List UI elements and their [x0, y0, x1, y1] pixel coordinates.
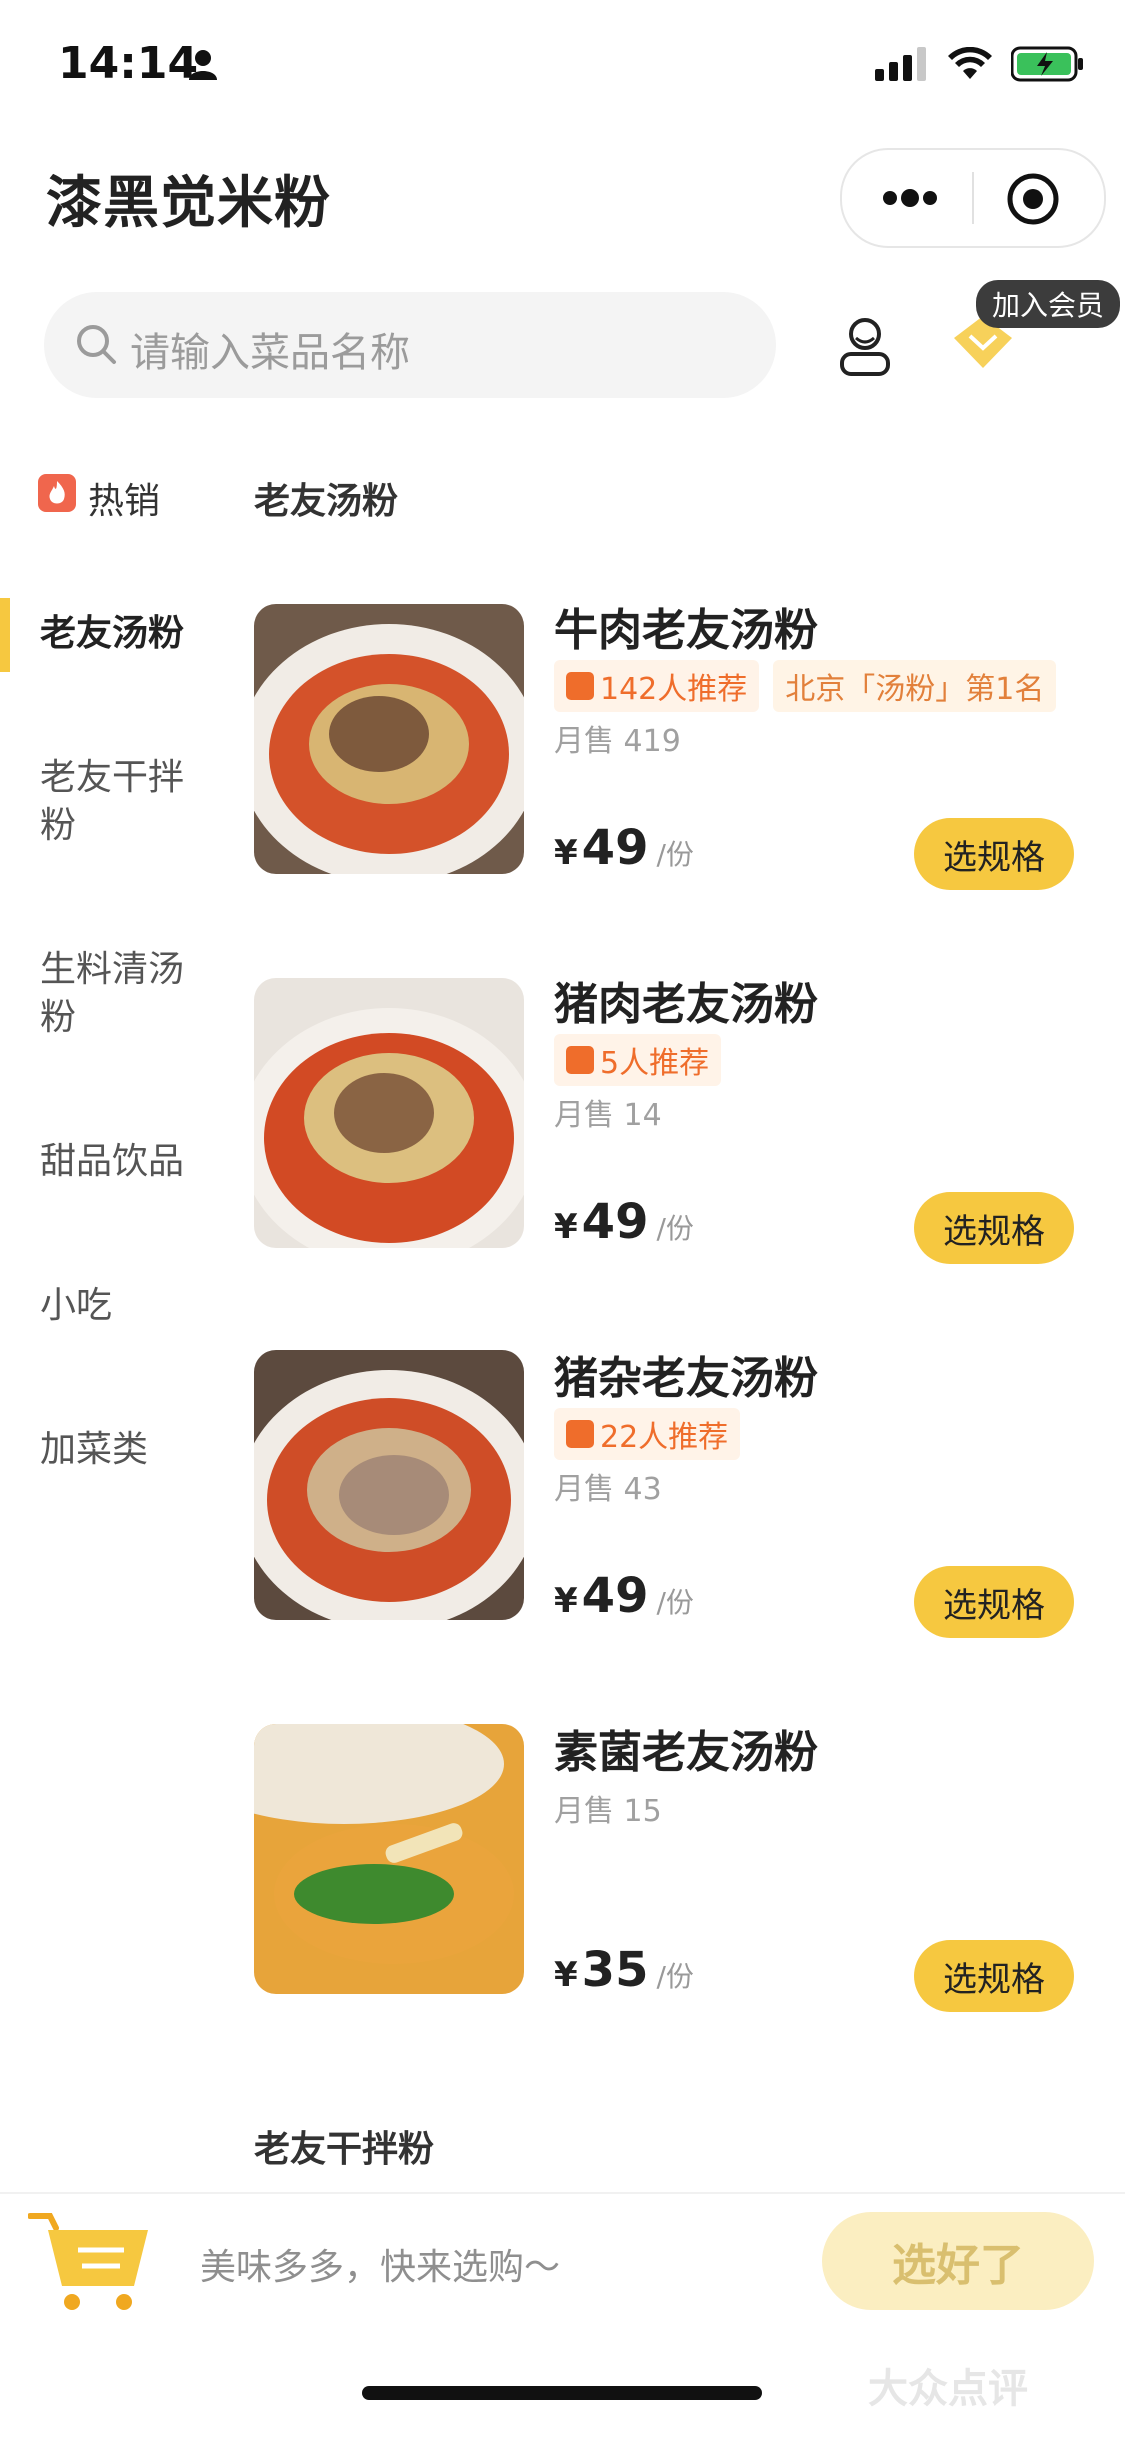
search-icon	[77, 325, 116, 364]
price-value: 49	[581, 1194, 649, 1250]
food-image-beef[interactable]	[254, 604, 524, 874]
recommend-count: 142人推荐	[600, 672, 748, 707]
price-unit: /份	[656, 1586, 694, 1619]
rank-tag: 北京「汤粉」第1名	[773, 660, 1057, 712]
food-name[interactable]: 猪杂老友汤粉	[554, 1342, 818, 1406]
battery-icon	[1011, 46, 1083, 82]
recommend-tag: 22人推荐	[554, 1408, 741, 1460]
watermark-text: 大众点评	[868, 2366, 1028, 2412]
wifi-icon	[948, 47, 992, 79]
search-bar[interactable]: 请输入菜品名称	[44, 292, 776, 398]
status-time: 14:14	[58, 38, 199, 89]
close-miniprogram-icon[interactable]	[1006, 172, 1060, 226]
monthly-sales: 月售 14	[554, 1098, 662, 1133]
price-value: 35	[581, 1942, 649, 1998]
price-unit: /份	[656, 1960, 694, 1993]
checkout-button[interactable]: 选好了	[822, 2212, 1094, 2310]
price-currency: ¥	[554, 1207, 578, 1247]
sidebar-item-jiacailei[interactable]: 加菜类	[40, 1426, 210, 1474]
person-icon	[189, 50, 217, 80]
sidebar-active-indicator	[0, 598, 10, 672]
recommend-count: 5人推荐	[600, 1046, 710, 1081]
monthly-sales: 月售 419	[554, 724, 681, 759]
section-header-current: 老友汤粉	[254, 481, 399, 522]
recommend-tag: 5人推荐	[554, 1034, 722, 1086]
status-icons	[875, 46, 1085, 82]
select-spec-button[interactable]: 选规格	[914, 1566, 1074, 1638]
sidebar-item-tianpin-yinpin[interactable]: 甜品饮品	[40, 1138, 210, 1186]
thumbs-up-icon	[566, 672, 594, 700]
monthly-sales: 月售 15	[554, 1794, 662, 1829]
thumbs-up-icon	[566, 1420, 594, 1448]
food-name[interactable]: 牛肉老友汤粉	[554, 594, 818, 658]
price-unit: /份	[656, 1212, 694, 1245]
section-header-next: 老友干拌粉	[254, 2129, 435, 2170]
price-value: 49	[581, 1568, 649, 1624]
miniprogram-capsule	[840, 148, 1106, 248]
item-price: ¥ 49 /份	[554, 1568, 694, 1624]
recommend-tag: 142人推荐	[554, 660, 760, 712]
price-currency: ¥	[554, 833, 578, 873]
cart-icon[interactable]	[28, 2208, 158, 2312]
flame-icon	[38, 474, 76, 512]
sidebar-item-laoyou-tangfen[interactable]: 老友汤粉	[40, 610, 210, 658]
search-placeholder: 请输入菜品名称	[130, 330, 410, 376]
select-spec-button[interactable]: 选规格	[914, 1192, 1074, 1264]
food-image-pork-offal[interactable]	[254, 1350, 524, 1620]
item-price: ¥ 49 /份	[554, 1194, 694, 1250]
price-currency: ¥	[554, 1955, 578, 1995]
food-name[interactable]: 素菌老友汤粉	[554, 1716, 818, 1780]
rank-text: 北京「汤粉」第1名	[785, 672, 1045, 707]
home-indicator[interactable]	[362, 2386, 762, 2400]
item-price: ¥ 35 /份	[554, 1942, 694, 1998]
sidebar-item-xiaochi[interactable]: 小吃	[40, 1282, 210, 1330]
join-member-tag[interactable]: 加入会员	[976, 280, 1121, 328]
signal-icon	[875, 47, 926, 81]
sidebar-hot-label[interactable]: 热销	[88, 472, 160, 524]
recommend-count: 22人推荐	[600, 1420, 729, 1455]
food-name[interactable]: 猪肉老友汤粉	[554, 968, 818, 1032]
page-title: 漆黑觉米粉	[46, 171, 331, 236]
capsule-divider	[972, 172, 974, 224]
sidebar-item-laoyou-ganbanfen[interactable]: 老友干拌粉	[40, 754, 210, 850]
monthly-sales: 月售 43	[554, 1472, 662, 1507]
item-price: ¥ 49 /份	[554, 820, 694, 876]
thumbs-up-icon	[566, 1046, 594, 1074]
sidebar-item-shengliao-qingtangfen[interactable]: 生料清汤粉	[40, 946, 210, 1042]
item-tags: 142人推荐 北京「汤粉」第1名	[554, 660, 1057, 712]
price-unit: /份	[656, 838, 694, 871]
select-spec-button[interactable]: 选规格	[914, 1940, 1074, 2012]
item-tags: 5人推荐	[554, 1034, 722, 1086]
food-image-pork[interactable]	[254, 978, 524, 1248]
cart-hint-text: 美味多多，快来选购～	[200, 2247, 561, 2288]
more-icon[interactable]	[880, 180, 940, 216]
item-tags: 22人推荐	[554, 1408, 741, 1460]
food-image-mushroom[interactable]	[254, 1724, 524, 1994]
price-value: 49	[581, 820, 649, 876]
price-currency: ¥	[554, 1581, 578, 1621]
user-icon[interactable]	[836, 316, 894, 378]
select-spec-button[interactable]: 选规格	[914, 818, 1074, 890]
